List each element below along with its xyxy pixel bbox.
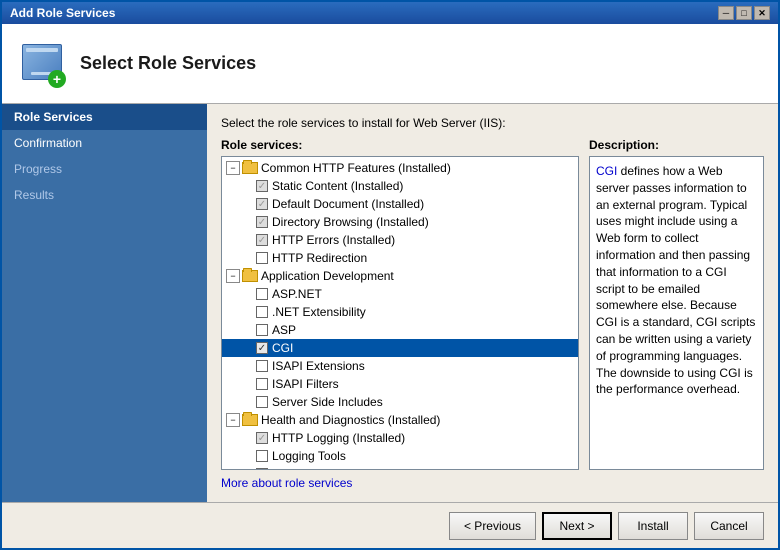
role-services-panel: Role services: − Common HTTP Features (In… [221, 138, 579, 470]
close-button[interactable]: ✕ [754, 6, 770, 20]
footer: < Previous Next > Install Cancel [2, 502, 778, 548]
tree-item[interactable]: ASP [222, 321, 578, 339]
tree-item[interactable]: .NET Extensibility [222, 303, 578, 321]
folder-icon [242, 414, 258, 426]
tree-checkbox[interactable] [256, 234, 268, 246]
tree-item-label: HTTP Redirection [272, 251, 367, 265]
tree-item-label: ISAPI Filters [272, 377, 339, 391]
tree-checkbox[interactable] [256, 198, 268, 210]
tree-container[interactable]: − Common HTTP Features (Installed) Static … [221, 156, 579, 470]
maximize-button[interactable]: □ [736, 6, 752, 20]
description-label: Description: [589, 138, 764, 152]
tree-item[interactable]: − Application Development [222, 267, 578, 285]
sidebar-item-confirmation[interactable]: Confirmation [2, 130, 207, 156]
tree-item[interactable]: ISAPI Filters [222, 375, 578, 393]
cgi-link[interactable]: CGI [596, 164, 617, 178]
tree-item-label: Common HTTP Features (Installed) [261, 161, 451, 175]
tree-checkbox[interactable] [256, 396, 268, 408]
tree-item[interactable]: Static Content (Installed) [222, 177, 578, 195]
tree-toggle[interactable]: − [226, 269, 240, 283]
previous-button[interactable]: < Previous [449, 512, 536, 540]
tree-checkbox[interactable] [256, 360, 268, 372]
tree-item[interactable]: Request Monitor (Installed) [222, 465, 578, 470]
tree-checkbox[interactable] [256, 432, 268, 444]
tree-item-label: ASP [272, 323, 296, 337]
tree-item-label: Directory Browsing (Installed) [272, 215, 429, 229]
tree-item[interactable]: CGI [222, 339, 578, 357]
main-window: Add Role Services ─ □ ✕ + Select Role Se… [0, 0, 780, 550]
tree-checkbox[interactable] [256, 468, 268, 470]
tree-checkbox[interactable] [256, 252, 268, 264]
tree-item[interactable]: − Common HTTP Features (Installed) [222, 159, 578, 177]
cancel-button[interactable]: Cancel [694, 512, 764, 540]
install-button[interactable]: Install [618, 512, 688, 540]
folder-icon [242, 162, 258, 174]
tree-checkbox[interactable] [256, 288, 268, 300]
tree-checkbox[interactable] [256, 324, 268, 336]
tree-checkbox[interactable] [256, 180, 268, 192]
title-bar-buttons: ─ □ ✕ [718, 6, 770, 20]
tree-item-label: Static Content (Installed) [272, 179, 403, 193]
tree-item-label: HTTP Logging (Installed) [272, 431, 405, 445]
tree-item-label: .NET Extensibility [272, 305, 366, 319]
panel-row: Role services: − Common HTTP Features (In… [221, 138, 764, 470]
more-about-link[interactable]: More about role services [221, 476, 352, 490]
title-bar: Add Role Services ─ □ ✕ [2, 2, 778, 24]
content-area: Select the role services to install for … [207, 104, 778, 502]
content-description: Select the role services to install for … [221, 116, 764, 130]
next-button[interactable]: Next > [542, 512, 612, 540]
tree-item-label: Logging Tools [272, 449, 346, 463]
tree-item-label: Request Monitor (Installed) [272, 467, 416, 470]
tree-item[interactable]: Directory Browsing (Installed) [222, 213, 578, 231]
minimize-button[interactable]: ─ [718, 6, 734, 20]
window-title: Add Role Services [10, 6, 115, 20]
role-services-label: Role services: [221, 138, 579, 152]
tree-checkbox[interactable] [256, 378, 268, 390]
tree-item-label: Default Document (Installed) [272, 197, 424, 211]
tree-item-label: ASP.NET [272, 287, 322, 301]
main-content: Role Services Confirmation Progress Resu… [2, 104, 778, 502]
tree-item[interactable]: Logging Tools [222, 447, 578, 465]
folder-icon [242, 270, 258, 282]
description-panel: Description: CGI defines how a Web serve… [589, 138, 764, 470]
tree-item[interactable]: HTTP Redirection [222, 249, 578, 267]
tree-item[interactable]: ASP.NET [222, 285, 578, 303]
tree-item-label: HTTP Errors (Installed) [272, 233, 395, 247]
tree-checkbox[interactable] [256, 450, 268, 462]
sidebar-item-progress[interactable]: Progress [2, 156, 207, 182]
header-icon: + [18, 40, 66, 88]
more-link-container: More about role services [221, 476, 764, 490]
sidebar-item-results[interactable]: Results [2, 182, 207, 208]
tree-item[interactable]: HTTP Errors (Installed) [222, 231, 578, 249]
tree-item-label: Health and Diagnostics (Installed) [261, 413, 440, 427]
tree-toggle[interactable]: − [226, 413, 240, 427]
tree-toggle[interactable]: − [226, 161, 240, 175]
tree-item-label: ISAPI Extensions [272, 359, 365, 373]
tree-item-label: Server Side Includes [272, 395, 383, 409]
plus-icon: + [48, 70, 66, 88]
tree-item[interactable]: Server Side Includes [222, 393, 578, 411]
tree-checkbox[interactable] [256, 306, 268, 318]
tree-checkbox[interactable] [256, 342, 268, 354]
tree-item[interactable]: Default Document (Installed) [222, 195, 578, 213]
tree-checkbox[interactable] [256, 216, 268, 228]
tree-item-label: CGI [272, 341, 293, 355]
sidebar: Role Services Confirmation Progress Resu… [2, 104, 207, 502]
header-area: + Select Role Services [2, 24, 778, 104]
description-content: CGI defines how a Web server passes info… [589, 156, 764, 470]
tree-item[interactable]: HTTP Logging (Installed) [222, 429, 578, 447]
page-title: Select Role Services [80, 53, 256, 74]
tree-item[interactable]: ISAPI Extensions [222, 357, 578, 375]
tree-item-label: Application Development [261, 269, 394, 283]
tree-item[interactable]: − Health and Diagnostics (Installed) [222, 411, 578, 429]
sidebar-item-role-services[interactable]: Role Services [2, 104, 207, 130]
